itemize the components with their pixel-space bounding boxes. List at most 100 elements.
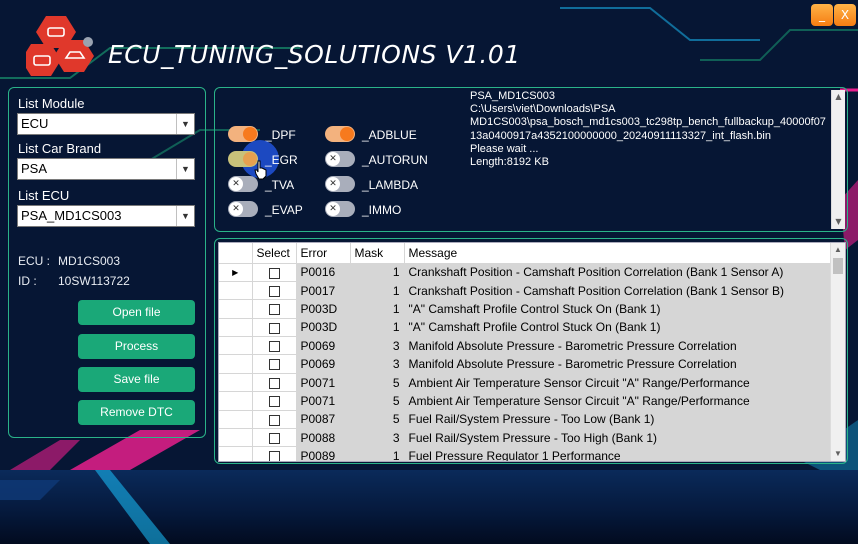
- minimize-button[interactable]: _: [811, 4, 833, 26]
- mask-cell: 1: [350, 299, 405, 319]
- message-cell: Manifold Absolute Pressure - Barometric …: [404, 336, 832, 356]
- table-row[interactable]: P0069 3 Manifold Absolute Pressure - Barom…: [219, 336, 832, 356]
- background-floor: [0, 470, 858, 544]
- table-row[interactable]: P0088 3 Fuel Rail/System Pressure - Too Hi…: [219, 428, 832, 448]
- scroll-thumb[interactable]: [833, 258, 843, 274]
- id-info-value: 10SW113722: [58, 274, 130, 288]
- error-cell: P0069: [296, 354, 351, 374]
- scroll-up-icon[interactable]: ▲: [831, 243, 845, 257]
- table-row[interactable]: P0017 1 Crankshaft Position - Camshaft Pos…: [219, 281, 832, 301]
- row-checkbox-cell[interactable]: [252, 354, 297, 374]
- message-cell: Crankshaft Position - Camshaft Position …: [404, 263, 832, 282]
- close-icon: ✕: [229, 202, 243, 216]
- mask-cell: 3: [350, 354, 405, 374]
- message-cell: Fuel Pressure Regulator 1 Performance: [404, 446, 832, 461]
- ecu-select[interactable]: PSA_MD1CS003 ▼: [17, 205, 195, 227]
- toggle-label: _ADBLUE: [362, 128, 417, 142]
- table-row[interactable]: P0071 5 Ambient Air Temperature Sensor Cir…: [219, 391, 832, 411]
- row-checkbox-cell[interactable]: [252, 263, 297, 282]
- message-cell: Fuel Rail/System Pressure - Too High (Ba…: [404, 428, 832, 448]
- scroll-down-icon[interactable]: ▼: [831, 447, 845, 461]
- close-icon: ✕: [229, 177, 243, 191]
- message-cell: Manifold Absolute Pressure - Barometric …: [404, 354, 832, 374]
- log-scrollbar[interactable]: ▲ ▼: [831, 90, 845, 229]
- toggle-switch[interactable]: ✕: [228, 201, 258, 217]
- close-icon: ✕: [326, 202, 340, 216]
- row-indicator-icon: ▶: [219, 263, 253, 282]
- brand-select-value: PSA: [21, 161, 48, 176]
- brand-select[interactable]: PSA ▼: [17, 158, 195, 180]
- toggle-switch[interactable]: [325, 126, 355, 142]
- scroll-up-icon[interactable]: ▲: [832, 90, 845, 104]
- toggle-switch[interactable]: ✕: [325, 201, 355, 217]
- chevron-down-icon: ▼: [176, 159, 194, 179]
- table-row[interactable]: ▶ P0016 1 Crankshaft Position - Camshaft Po…: [219, 263, 832, 282]
- process-button[interactable]: Process: [78, 334, 195, 359]
- toggle-switch[interactable]: ✕: [325, 176, 355, 192]
- open-file-button[interactable]: Open file: [78, 300, 195, 325]
- table-header-row: Select Error Mask Message: [219, 243, 832, 264]
- row-header: [219, 428, 253, 448]
- checkbox[interactable]: [268, 414, 280, 426]
- row-checkbox-cell[interactable]: [252, 281, 297, 301]
- row-checkbox-cell[interactable]: [252, 373, 297, 393]
- row-checkbox-cell[interactable]: [252, 318, 297, 338]
- checkbox[interactable]: [268, 322, 280, 334]
- log-line: PSA_MD1CS003: [470, 90, 555, 102]
- log-line: C:\Users\viet\Downloads\PSA: [470, 103, 616, 116]
- row-checkbox-cell[interactable]: [252, 391, 297, 411]
- mask-cell: 3: [350, 428, 405, 448]
- checkbox[interactable]: [268, 285, 280, 297]
- checkbox[interactable]: [268, 359, 280, 371]
- row-header: [219, 373, 253, 393]
- header-error[interactable]: Error: [296, 243, 351, 264]
- toggle-switch[interactable]: ✕: [325, 151, 355, 167]
- app-title: ECU_TUNING_SOLUTIONS V1.01: [108, 40, 521, 69]
- app-window: ECU_TUNING_SOLUTIONS V1.01 _ X List Modu…: [0, 0, 858, 470]
- remove-dtc-button[interactable]: Remove DTC: [78, 400, 195, 425]
- module-select[interactable]: ECU ▼: [17, 113, 195, 135]
- brand-label: List Car Brand: [18, 141, 102, 156]
- table-row[interactable]: P0069 3 Manifold Absolute Pressure - Barom…: [219, 354, 832, 374]
- checkbox[interactable]: [268, 377, 280, 389]
- error-cell: P0017: [296, 281, 351, 301]
- table-row[interactable]: P003D 1 "A" Camshaft Profile Control Stuck…: [219, 318, 832, 338]
- row-checkbox-cell[interactable]: [252, 446, 297, 461]
- checkbox[interactable]: [268, 396, 280, 408]
- header-select[interactable]: Select: [252, 243, 297, 264]
- header-corner: [219, 243, 253, 264]
- toggle-switch[interactable]: [228, 126, 258, 142]
- id-info-label: ID :: [18, 274, 37, 288]
- row-checkbox-cell[interactable]: [252, 428, 297, 448]
- table-row[interactable]: P0089 1 Fuel Pressure Regulator 1 Performa…: [219, 446, 832, 461]
- table-row[interactable]: P0087 5 Fuel Rail/System Pressure - Too Lo…: [219, 410, 832, 430]
- dtc-table: Select Error Mask Message ▶ P0016 1 Cranksh…: [218, 242, 846, 462]
- checkbox[interactable]: [268, 433, 280, 445]
- checkbox[interactable]: [268, 304, 280, 316]
- header-mask[interactable]: Mask: [350, 243, 405, 264]
- row-checkbox-cell[interactable]: [252, 299, 297, 319]
- toggle-switch[interactable]: ✕: [228, 176, 258, 192]
- row-checkbox-cell[interactable]: [252, 336, 297, 356]
- close-button[interactable]: X: [834, 4, 856, 26]
- toggle-knob: [340, 127, 354, 141]
- table-row[interactable]: P003D 1 "A" Camshaft Profile Control Stuck…: [219, 299, 832, 319]
- mask-cell: 5: [350, 373, 405, 393]
- checkbox[interactable]: [268, 451, 280, 461]
- toggle-label: _LAMBDA: [362, 178, 419, 192]
- row-checkbox-cell[interactable]: [252, 410, 297, 430]
- checkbox[interactable]: [268, 267, 280, 279]
- table-scrollbar[interactable]: ▲ ▼: [830, 243, 845, 461]
- ecu-info-value: MD1CS003: [58, 254, 121, 268]
- mouse-cursor-icon: [254, 160, 267, 180]
- checkbox[interactable]: [268, 341, 280, 353]
- header-message[interactable]: Message: [404, 243, 832, 264]
- mask-cell: 5: [350, 410, 405, 430]
- mask-cell: 1: [350, 446, 405, 461]
- save-file-button[interactable]: Save file: [78, 367, 195, 392]
- log-line: Length:8192 KB: [470, 156, 549, 169]
- table-row[interactable]: P0071 5 Ambient Air Temperature Sensor Cir…: [219, 373, 832, 393]
- scroll-down-icon[interactable]: ▼: [832, 215, 845, 229]
- error-cell: P0016: [296, 263, 351, 282]
- ecu-info-label: ECU :: [18, 254, 51, 268]
